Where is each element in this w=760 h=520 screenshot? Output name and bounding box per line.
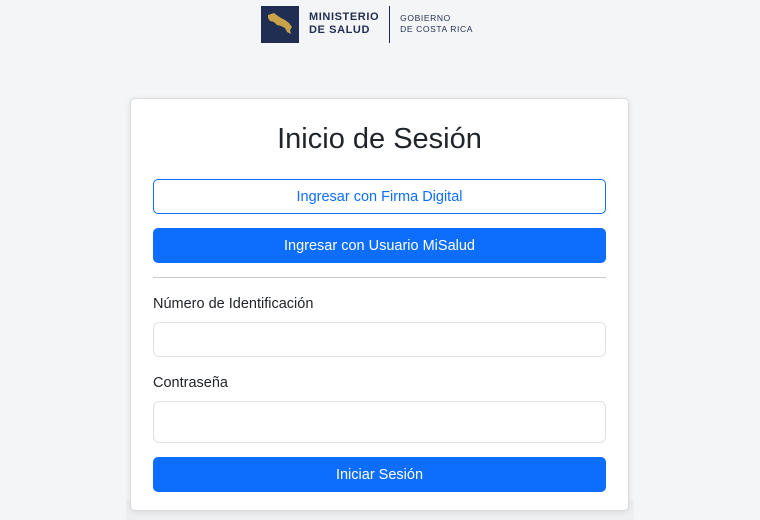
logo-divider xyxy=(389,5,391,43)
login-submit-button[interactable]: Iniciar Sesión xyxy=(153,457,606,492)
firma-digital-button[interactable]: Ingresar con Firma Digital xyxy=(153,179,606,214)
ministry-line-2: DE SALUD xyxy=(309,24,371,36)
ministry-logo: MINISTERIO DE SALUD GOBIERNO DE COSTA RI… xyxy=(261,5,473,43)
costa-rica-map-icon xyxy=(261,5,299,43)
ministry-line-1: MINISTERIO xyxy=(309,11,380,23)
gov-line-1: GOBIERNO xyxy=(400,13,451,23)
id-number-label: Número de Identificación xyxy=(153,296,314,312)
misalud-login-button[interactable]: Ingresar con Usuario MiSalud xyxy=(153,228,606,263)
gov-line-2: DE COSTA RICA xyxy=(400,24,473,34)
password-label: Contraseña xyxy=(153,375,228,391)
divider xyxy=(153,277,606,278)
government-name: GOBIERNO DE COSTA RICA xyxy=(400,13,473,35)
login-card: Inicio de Sesión Ingresar con Firma Digi… xyxy=(130,98,629,511)
password-input[interactable] xyxy=(153,401,606,443)
login-page: MINISTERIO DE SALUD GOBIERNO DE COSTA RI… xyxy=(0,0,760,520)
page-title: Inicio de Sesión xyxy=(277,123,482,155)
id-number-input[interactable] xyxy=(153,322,606,357)
ministry-name: MINISTERIO DE SALUD xyxy=(309,11,379,37)
